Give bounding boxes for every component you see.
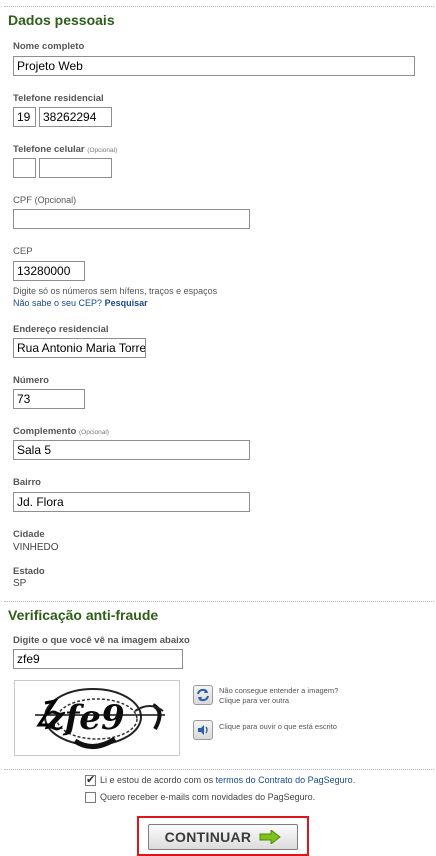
mobile-phone-optional: (Opcional) bbox=[87, 147, 118, 154]
home-phone-ddd-input[interactable]: 19 bbox=[13, 107, 36, 127]
continue-label: CONTINUAR bbox=[164, 829, 252, 845]
refresh-icon bbox=[197, 688, 209, 702]
speaker-icon bbox=[198, 725, 208, 735]
mobile-phone-number-input[interactable] bbox=[39, 158, 112, 178]
continue-button[interactable]: CONTINUAR bbox=[148, 824, 298, 850]
home-phone-number-input[interactable]: 38262294 bbox=[39, 107, 112, 127]
state-value: SP bbox=[13, 578, 27, 589]
mobile-phone-label-text: Telefone celular bbox=[13, 144, 85, 155]
cep-forgot-line: Não sabe o seu CEP? Pesquisar bbox=[13, 298, 148, 308]
refresh-captcha-button[interactable] bbox=[193, 685, 213, 705]
captcha-image: zfe9 bbox=[14, 680, 180, 756]
complement-label-text: Complemento bbox=[13, 426, 77, 437]
section-title-personal: Dados pessoais bbox=[8, 12, 115, 28]
antifraud-divider bbox=[4, 601, 434, 602]
cep-input[interactable]: 13280000 bbox=[13, 261, 85, 281]
cep-label: CEP bbox=[13, 246, 33, 257]
continue-highlight: CONTINUAR bbox=[137, 816, 309, 856]
complement-input[interactable]: Sala 5 bbox=[13, 440, 250, 460]
captcha-prompt: Digite o que você vê na imagem abaixo bbox=[13, 635, 190, 646]
home-phone-label: Telefone residencial bbox=[13, 93, 104, 104]
cep-hint: Digite só os números sem hífens, traços … bbox=[13, 286, 218, 296]
agreement-divider bbox=[4, 769, 434, 770]
number-label: Número bbox=[13, 375, 49, 386]
checkmark-icon: ✔ bbox=[86, 774, 96, 786]
cep-forgot-text: Não sabe o seu CEP? bbox=[13, 298, 103, 308]
name-label: Nome completo bbox=[13, 41, 85, 52]
terms-label: Li e estou de acordo com os termos do Co… bbox=[100, 775, 355, 785]
cpf-label: CPF (Opcional) bbox=[13, 195, 76, 206]
section-title-antifraud: Verificação anti-fraude bbox=[8, 607, 159, 623]
name-input[interactable]: Projeto Web bbox=[13, 56, 415, 76]
cpf-input[interactable] bbox=[13, 209, 250, 229]
newsletter-label: Quero receber e-mails com novidades do P… bbox=[100, 792, 316, 802]
complement-optional: (Opcional) bbox=[78, 429, 109, 436]
cep-search-link[interactable]: Pesquisar bbox=[105, 298, 148, 308]
captcha-graphic: zfe9 bbox=[35, 688, 165, 749]
address-label: Endereço residencial bbox=[13, 324, 109, 335]
newsletter-checkbox[interactable] bbox=[85, 792, 96, 803]
captcha-text: zfe9 bbox=[44, 698, 124, 738]
captcha-input[interactable]: zfe9 bbox=[13, 649, 183, 669]
audio-captcha-text[interactable]: Clique para ouvir o que está escrito bbox=[219, 722, 337, 732]
address-input[interactable]: Rua Antonio Maria Torre bbox=[13, 338, 146, 358]
city-label: Cidade bbox=[13, 529, 45, 540]
refresh-line-1: Não consegue entender a imagem? bbox=[219, 686, 339, 695]
cpf-optional: (Opcional) bbox=[34, 195, 77, 205]
mobile-phone-ddd-input[interactable] bbox=[13, 158, 36, 178]
refresh-captcha-text[interactable]: Não consegue entender a imagem? Clique p… bbox=[219, 686, 338, 706]
complement-label: Complemento (Opcional) bbox=[13, 426, 109, 437]
mobile-phone-label: Telefone celular (Opcional) bbox=[13, 144, 117, 155]
terms-suffix: . bbox=[352, 775, 356, 785]
district-input[interactable]: Jd. Flora bbox=[13, 492, 250, 512]
district-label: Bairro bbox=[13, 477, 41, 488]
terms-checkbox[interactable]: ✔ bbox=[85, 774, 96, 786]
city-value: VINHEDO bbox=[13, 542, 59, 553]
top-divider bbox=[4, 6, 434, 7]
terms-link[interactable]: termos do Contrato do PagSeguro bbox=[216, 775, 353, 785]
arrow-right-icon bbox=[259, 830, 282, 844]
number-input[interactable]: 73 bbox=[13, 389, 85, 409]
state-label: Estado bbox=[13, 566, 45, 577]
terms-prefix: Li e estou de acordo com os bbox=[100, 775, 214, 785]
audio-captcha-button[interactable] bbox=[193, 720, 213, 740]
cpf-label-text: CPF bbox=[13, 195, 32, 206]
refresh-line-2: Clique para ver outra bbox=[219, 696, 290, 705]
